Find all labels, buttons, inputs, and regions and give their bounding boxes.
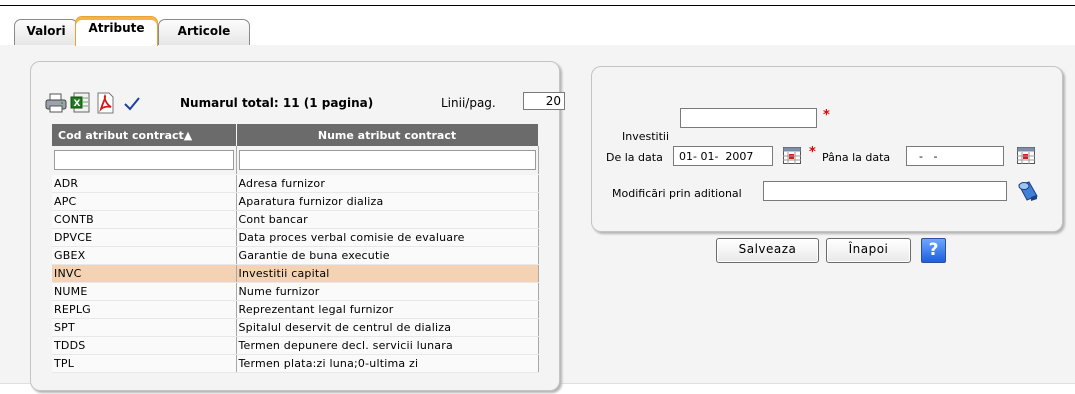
tab-atribute[interactable]: Atribute [75,16,158,46]
modificari-label: Modificări prin aditional [612,187,742,200]
help-icon[interactable]: ? [921,238,946,263]
filter-code-input[interactable] [54,150,234,170]
total-count: Numarul total: 11 (1 pagina) [180,96,374,110]
cell-code: ADR [52,174,237,193]
cell-name: Termen plata:zi luna;0-ultima zi [236,354,539,373]
tab-valori[interactable]: Valori [14,19,78,45]
excel-icon[interactable]: X [70,92,92,114]
table-row[interactable]: SPT Spitalul deservit de centrul de diali… [52,318,539,337]
save-button[interactable]: Salveaza [716,238,819,263]
checkmark-icon[interactable] [123,95,141,113]
cell-code: REPLG [52,300,237,319]
filter-name-input[interactable] [238,150,536,170]
list-toolbar: X Numarul total: 11 (1 pagina) Linii/pag… [45,90,565,116]
calendar-icon[interactable] [1017,147,1035,164]
back-button[interactable]: Înapoi [826,238,911,263]
rows-per-page-input[interactable] [523,92,565,110]
search-icon[interactable] [1017,180,1039,202]
table-row[interactable]: REPLG Reprezentant legal furnizor [52,300,539,319]
cell-name: Data proces verbal comisie de evaluare [236,228,539,247]
investitii-input[interactable] [680,108,817,128]
table-row[interactable]: GBEX Garantie de buna executie [52,246,539,265]
de-la-data-input[interactable] [673,146,773,166]
column-header-name[interactable]: Nume atribut contract [236,124,539,146]
filter-row [52,146,539,175]
pdf-icon[interactable] [94,92,116,114]
cell-name: Cont bancar [236,210,539,229]
investitii-label: Investitii [622,130,670,143]
cell-name: Termen depunere decl. servicii lunara [236,336,539,355]
cell-code: CONTB [52,210,237,229]
table-row[interactable]: NUME Nume furnizor [52,282,539,301]
table-body: ADR Adresa furnizor APC Aparatura furnizor … [52,174,539,373]
table-row[interactable]: INVC Investitii capital [52,264,539,283]
cell-code: NUME [52,282,237,301]
table-row[interactable]: ADR Adresa furnizor [52,174,539,193]
column-header-code-label: Cod atribut contract [58,128,184,142]
attributes-table: Cod atribut contract▲ Nume atribut contr… [52,124,539,373]
cell-code: GBEX [52,246,237,265]
cell-name: Aparatura furnizor dializa [236,192,539,211]
top-rule [0,5,1075,6]
rows-per-page-label: Linii/pag. [441,96,496,110]
cell-name: Investitii capital [236,264,539,283]
modificari-input[interactable] [763,181,1007,201]
de-la-data-required-mark: * [809,145,816,160]
table-row[interactable]: TDDS Termen depunere decl. servicii lunar… [52,336,539,355]
column-header-code[interactable]: Cod atribut contract▲ [52,124,237,146]
cell-code: SPT [52,318,237,337]
calendar-icon[interactable] [783,147,801,164]
cell-name: Adresa furnizor [236,174,539,193]
pana-la-data-input[interactable] [906,146,1004,166]
table-row[interactable]: TPL Termen plata:zi luna;0-ultima zi [52,354,539,373]
svg-text:X: X [74,99,81,109]
table-row[interactable]: CONTB Cont bancar [52,210,539,229]
sort-ascending-icon: ▲ [183,128,193,142]
table-row[interactable]: APC Aparatura furnizor dializa [52,192,539,211]
cell-code: DPVCE [52,228,237,247]
pana-la-data-label: Pâna la data [822,151,891,164]
cell-code: APC [52,192,237,211]
cell-name: Nume furnizor [236,282,539,301]
de-la-data-label: De la data [606,151,663,164]
table-row[interactable]: DPVCE Data proces verbal comisie de evalu… [52,228,539,247]
cell-code: TPL [52,354,237,373]
filter-cell-code [52,146,237,175]
tab-articole[interactable]: Articole [158,19,250,45]
filter-cell-name [236,146,539,175]
cell-name: Spitalul deservit de centrul de dializa [236,318,539,337]
cell-code: INVC [52,264,237,283]
investitii-required-mark: * [823,108,830,123]
cell-name: Reprezentant legal furnizor [236,300,539,319]
printer-icon[interactable] [45,92,67,114]
table-header-row: Cod atribut contract▲ Nume atribut contr… [52,124,539,146]
attributes-list-panel: X Numarul total: 11 (1 pagina) Linii/pag… [30,61,565,391]
cell-name: Garantie de buna executie [236,246,539,265]
cell-code: TDDS [52,336,237,355]
